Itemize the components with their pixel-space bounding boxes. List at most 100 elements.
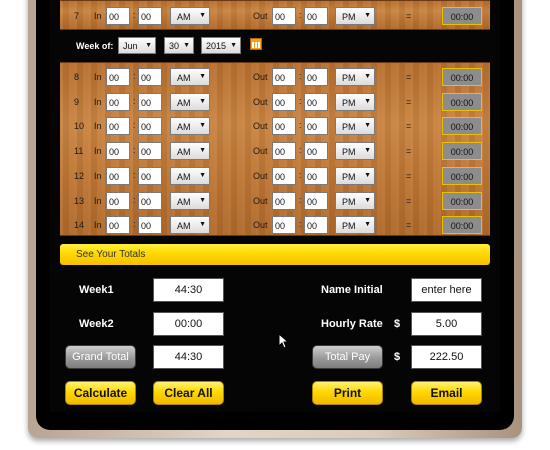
total-pay-button[interactable]: Total Pay	[312, 345, 383, 369]
in-minute-field[interactable]: 00	[138, 142, 162, 161]
out-minute-field[interactable]: 00	[304, 216, 328, 235]
hourly-rate-input[interactable]: 5.00	[411, 312, 482, 336]
clear-all-button[interactable]: Clear All	[153, 381, 224, 405]
chevron-down-icon: ▼	[199, 196, 206, 204]
in-hour-field[interactable]: 00	[106, 68, 130, 86]
out-hour-field[interactable]: 00	[272, 166, 296, 185]
in-ampm-select[interactable]: AM ▼	[170, 92, 210, 111]
in-ampm-select[interactable]: AM ▼	[170, 166, 210, 185]
day-total-field: 00:00	[442, 68, 482, 86]
equals-sign: =	[406, 11, 412, 21]
in-ampm-value: AM	[177, 122, 191, 133]
out-hour-field[interactable]: 00	[272, 7, 296, 25]
out-label: Out	[253, 220, 268, 231]
in-ampm-select[interactable]: AM ▼	[170, 68, 210, 86]
week-day-value: 30	[169, 41, 180, 51]
day-number: 14	[74, 220, 85, 231]
in-hour-field[interactable]: 00	[106, 191, 130, 210]
chevron-down-icon: ▼	[364, 73, 371, 80]
week-year-value: 2015	[206, 41, 227, 51]
in-minute-field[interactable]: 00	[138, 92, 162, 111]
out-label: Out	[253, 146, 268, 157]
equals-sign: =	[406, 195, 412, 206]
day-row-panel-top: 7 In 00 : 00 AM ▼ Out 00 : 00 PM ▼ = 00:00	[60, 0, 490, 30]
in-ampm-select[interactable]: AM ▼	[170, 216, 210, 235]
in-hour-field[interactable]: 00	[106, 7, 130, 25]
week-day-select[interactable]: 30 ▼	[164, 37, 194, 54]
in-minute-field[interactable]: 00	[138, 68, 162, 86]
out-label: Out	[253, 121, 268, 132]
week1-label: Week1	[79, 284, 114, 296]
week-month-value: Jun	[123, 41, 138, 51]
in-minute-field[interactable]: 00	[138, 166, 162, 185]
chevron-down-icon: ▼	[199, 171, 206, 179]
out-ampm-select[interactable]: PM ▼	[335, 68, 375, 86]
in-hour-field[interactable]: 00	[106, 166, 130, 185]
week-year-select[interactable]: 2015 ▼	[201, 37, 241, 54]
out-ampm-select[interactable]: PM ▼	[335, 216, 375, 235]
out-ampm-select[interactable]: PM ▼	[335, 92, 375, 111]
out-hour-field[interactable]: 00	[272, 117, 296, 136]
out-hour-field[interactable]: 00	[272, 68, 296, 86]
in-minute-field[interactable]: 00	[138, 117, 162, 136]
out-ampm-value: PM	[342, 122, 356, 133]
out-ampm-select[interactable]: PM ▼	[335, 117, 375, 136]
out-hour-field[interactable]: 00	[272, 92, 296, 111]
in-minute-field[interactable]: 00	[138, 216, 162, 235]
out-hour-field[interactable]: 00	[272, 142, 296, 161]
in-ampm-value: AM	[177, 196, 191, 207]
out-hour-field[interactable]: 00	[272, 216, 296, 235]
see-totals-bar[interactable]: See Your Totals	[60, 244, 490, 265]
in-ampm-select[interactable]: AM ▼	[170, 142, 210, 161]
in-label: In	[94, 121, 102, 132]
out-minute-field[interactable]: 00	[304, 142, 328, 161]
day-total-field: 00:00	[442, 92, 482, 111]
out-ampm-select[interactable]: PM ▼	[335, 191, 375, 210]
in-hour-field[interactable]: 00	[106, 117, 130, 136]
time-separator: :	[133, 95, 136, 106]
hourly-rate-label: Hourly Rate	[321, 318, 383, 330]
out-ampm-select[interactable]: PM ▼	[335, 142, 375, 161]
in-minute-field[interactable]: 00	[138, 191, 162, 210]
total-pay-field: 222.50	[411, 345, 482, 369]
time-separator: :	[133, 169, 136, 180]
out-hour-field[interactable]: 00	[272, 191, 296, 210]
out-label: Out	[253, 96, 268, 107]
in-ampm-select[interactable]: AM ▼	[170, 191, 210, 210]
week1-total-field: 44:30	[153, 278, 224, 302]
time-separator: :	[133, 194, 136, 205]
name-initial-input[interactable]: enter here	[411, 278, 482, 302]
out-minute-field[interactable]: 00	[304, 166, 328, 185]
in-hour-field[interactable]: 00	[106, 92, 130, 111]
equals-sign: =	[406, 220, 412, 231]
time-separator: :	[133, 10, 136, 20]
day-row: 10 In 00:00 AM ▼ Out 00:00 PM ▼ = 00:00	[60, 115, 490, 140]
out-ampm-select[interactable]: PM ▼	[335, 166, 375, 185]
day-row: 14 In 00:00 AM ▼ Out 00:00 PM ▼ = 00:00	[60, 214, 490, 239]
in-hour-field[interactable]: 00	[106, 216, 130, 235]
week-month-select[interactable]: Jun ▼	[118, 37, 156, 54]
in-label: In	[94, 170, 102, 181]
equals-sign: =	[406, 170, 412, 181]
out-minute-field[interactable]: 00	[304, 92, 328, 111]
calculate-button[interactable]: Calculate	[65, 381, 136, 405]
name-initial-label: Name Initial	[321, 284, 383, 296]
time-separator: :	[299, 145, 302, 156]
day-number: 12	[74, 170, 85, 181]
in-ampm-select[interactable]: AM ▼	[170, 7, 210, 25]
out-ampm-select[interactable]: PM ▼	[335, 7, 375, 25]
day-row: 11 In 00:00 AM ▼ Out 00:00 PM ▼ = 00:00	[60, 140, 490, 165]
out-minute-field[interactable]: 00	[304, 68, 328, 86]
calendar-icon[interactable]	[250, 38, 262, 50]
out-minute-field[interactable]: 00	[304, 191, 328, 210]
email-button[interactable]: Email	[411, 381, 482, 405]
out-label: Out	[253, 11, 268, 21]
day-row: 13 In 00:00 AM ▼ Out 00:00 PM ▼ = 00:00	[60, 190, 490, 215]
out-minute-field[interactable]: 00	[304, 7, 328, 25]
grand-total-button[interactable]: Grand Total	[65, 345, 136, 369]
out-minute-field[interactable]: 00	[304, 117, 328, 136]
print-button[interactable]: Print	[312, 381, 383, 405]
in-ampm-select[interactable]: AM ▼	[170, 117, 210, 136]
in-minute-field[interactable]: 00	[138, 7, 162, 25]
in-hour-field[interactable]: 00	[106, 142, 130, 161]
